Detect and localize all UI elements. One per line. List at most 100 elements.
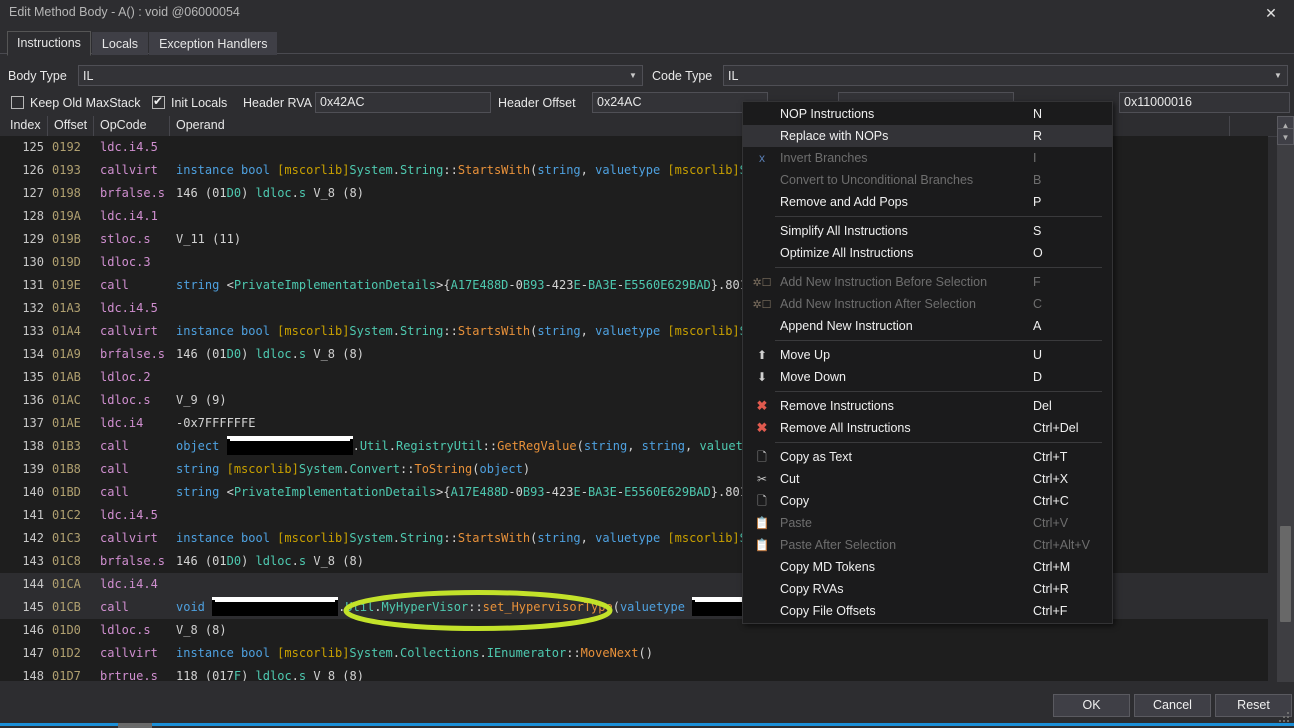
menu-item-label: Copy [780, 494, 810, 508]
no-icon [752, 242, 772, 264]
instruction-opcode: callvirt [100, 163, 158, 177]
close-icon[interactable]: ✕ [1254, 3, 1288, 24]
code-type-value: IL [728, 69, 739, 83]
instruction-operand: 146 (01D0) ldloc.s V_8 (8) [176, 347, 364, 361]
menu-item-copy-md-tokens[interactable]: Copy MD Tokens Ctrl+M [743, 556, 1112, 578]
instruction-operand: string <PrivateImplementationDetails>{A1… [176, 485, 754, 499]
paste-icon: 📋 [754, 516, 770, 530]
header-rva-label: Header RVA [243, 96, 313, 110]
body-type-label: Body Type [8, 69, 67, 83]
cut-icon: ✂ [756, 472, 768, 486]
menu-item-move-up[interactable]: ⬆ Move Up U [743, 344, 1112, 366]
remove-x-icon: ✖ [756, 420, 768, 435]
instruction-index: 138 [22, 439, 44, 453]
scrollbar-thumb[interactable] [1280, 526, 1291, 622]
menu-item-shortcut: S [1033, 224, 1042, 238]
instruction-index: 132 [22, 301, 44, 315]
menu-item-replace-with-nops[interactable]: Replace with NOPs R [743, 125, 1112, 147]
menu-item-shortcut: D [1033, 370, 1043, 384]
column-header-offset[interactable]: Offset [48, 116, 94, 136]
menu-item-remove-instructions[interactable]: ✖ Remove Instructions Del [743, 395, 1112, 417]
menu-item-copy-as-text[interactable]: 🗋 Copy as Text Ctrl+T [743, 446, 1112, 468]
instruction-operand: string [mscorlib]System.Convert::ToStrin… [176, 462, 531, 476]
instruction-operand: instance bool [mscorlib]System.String::S… [176, 531, 761, 545]
chevron-down-icon[interactable]: ▼ [1270, 67, 1286, 84]
instruction-opcode: ldloc.2 [100, 370, 151, 384]
menu-item-remove-and-add-pops[interactable]: Remove and Add Pops P [743, 191, 1112, 213]
instruction-opcode: ldloc.3 [100, 255, 151, 269]
init-locals-checkbox[interactable] [152, 94, 165, 109]
no-icon [752, 315, 772, 337]
vertical-scrollbar[interactable]: ▲ ▼ [1277, 116, 1294, 682]
menu-item-shortcut: Ctrl+M [1033, 560, 1071, 574]
instruction-offset: 01AC [52, 393, 81, 407]
menu-item-label: Convert to Unconditional Branches [780, 173, 974, 187]
menu-item-move-down[interactable]: ⬇ Move Down D [743, 366, 1112, 388]
menu-item-remove-all-instructions[interactable]: ✖ Remove All Instructions Ctrl+Del [743, 417, 1112, 439]
menu-item-label: Copy MD Tokens [780, 560, 875, 574]
menu-item-simplify-all-instructions[interactable]: Simplify All Instructions S [743, 220, 1112, 242]
no-icon [752, 556, 772, 578]
menu-item-optimize-all-instructions[interactable]: Optimize All Instructions O [743, 242, 1112, 264]
menu-item-label: Remove All Instructions [780, 421, 911, 435]
instruction-index: 128 [22, 209, 44, 223]
menu-item-cut[interactable]: ✂ Cut Ctrl+X [743, 468, 1112, 490]
instruction-offset: 019D [52, 255, 81, 269]
code-type-label: Code Type [652, 69, 713, 83]
instruction-opcode: call [100, 278, 129, 292]
no-icon [752, 220, 772, 242]
menu-item-label: Add New Instruction Before Selection [780, 275, 988, 289]
cancel-button[interactable]: Cancel [1134, 694, 1211, 717]
menu-item-shortcut: I [1033, 151, 1037, 165]
instruction-index: 139 [22, 462, 44, 476]
body-type-combo[interactable]: IL ▼ [78, 65, 643, 86]
keep-old-maxstack-checkbox[interactable] [11, 96, 24, 109]
menu-item-nop-instructions[interactable]: NOP Instructions N [743, 103, 1112, 125]
menu-item-label: Paste [780, 516, 812, 530]
code-type-combo[interactable]: IL ▼ [723, 65, 1288, 86]
no-icon [752, 191, 772, 213]
instruction-offset: 01A4 [52, 324, 81, 338]
tab-instructions[interactable]: Instructions [7, 31, 91, 56]
menu-item-copy-rvas[interactable]: Copy RVAs Ctrl+R [743, 578, 1112, 600]
instruction-offset: 01A9 [52, 347, 81, 361]
tab-exception-handlers[interactable]: Exception Handlers [149, 32, 278, 56]
column-header-opcode[interactable]: OpCode [94, 116, 170, 136]
chevron-down-icon[interactable]: ▼ [625, 67, 641, 84]
instruction-row[interactable]: 148 01D7 brtrue.s 118 (017F) ldloc.s V_8 (8… [0, 665, 1268, 681]
header-offset-label: Header Offset [498, 96, 576, 110]
instruction-offset: 01B3 [52, 439, 81, 453]
instruction-opcode: callvirt [100, 324, 158, 338]
instruction-index: 137 [22, 416, 44, 430]
instruction-operand: object .Util.RegistryUtil::GetRegValue(s… [176, 435, 757, 458]
instruction-opcode: call [100, 439, 129, 453]
menu-item-copy-file-offsets[interactable]: Copy File Offsets Ctrl+F [743, 600, 1112, 622]
instruction-offset: 01C3 [52, 531, 81, 545]
no-icon [752, 169, 772, 191]
menu-item-label: Copy File Offsets [780, 604, 876, 618]
instruction-index: 141 [22, 508, 44, 522]
instruction-opcode: brfalse.s [100, 347, 166, 361]
header-rva-input[interactable]: 0x42AC [315, 92, 491, 113]
instruction-offset: 01AB [52, 370, 81, 384]
instruction-offset: 019A [52, 209, 81, 223]
menu-item-append-new-instruction[interactable]: Append New Instruction A [743, 315, 1112, 337]
remove-x-icon: ✖ [756, 398, 768, 413]
instruction-offset: 01CB [52, 600, 81, 614]
instruction-context-menu[interactable]: NOP Instructions N Replace with NOPs Rx Inve… [742, 101, 1113, 624]
instruction-row[interactable]: 147 01D2 callvirt instance bool [mscorlib]S… [0, 642, 1268, 665]
ok-button[interactable]: OK [1053, 694, 1130, 717]
tab-locals[interactable]: Locals [91, 32, 149, 56]
instruction-operand: V_11 (11) [176, 232, 242, 246]
menu-item-shortcut: Ctrl+F [1033, 604, 1068, 618]
scroll-down-icon[interactable]: ▼ [1277, 128, 1294, 145]
rightmost-input[interactable]: 0x11000016 [1119, 92, 1290, 113]
menu-item-shortcut: P [1033, 195, 1042, 209]
column-header-index[interactable]: Index [4, 116, 48, 136]
accent-bar [0, 723, 1294, 726]
instruction-index: 125 [22, 140, 44, 154]
menu-item-shortcut: Ctrl+C [1033, 494, 1069, 508]
menu-item-label: Cut [780, 472, 800, 486]
menu-item-copy[interactable]: 🗋 Copy Ctrl+C [743, 490, 1112, 512]
instruction-index: 143 [22, 554, 44, 568]
